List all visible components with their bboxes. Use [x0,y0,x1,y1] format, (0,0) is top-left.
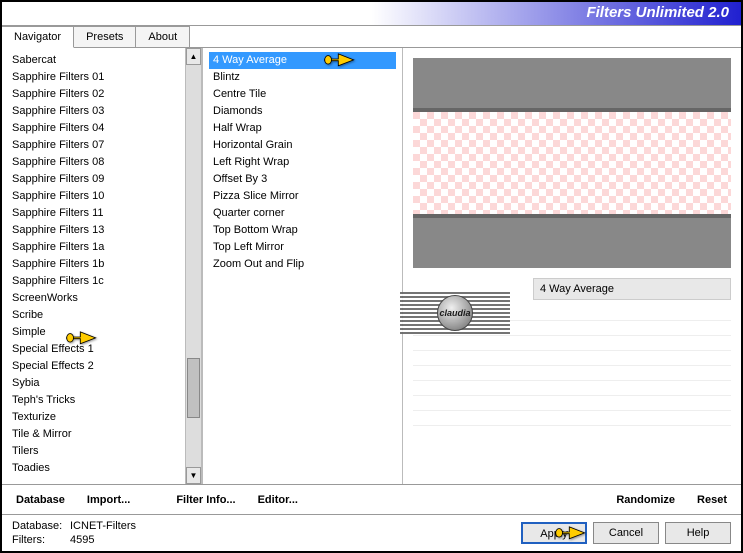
randomize-button[interactable]: Randomize [612,491,679,509]
scroll-thumb[interactable] [187,358,200,418]
filter-item[interactable]: Diamonds [209,103,396,120]
category-item[interactable]: Sapphire Filters 10 [12,188,183,205]
watermark-globe-icon: claudia [437,295,473,331]
category-item[interactable]: Simple [12,324,183,341]
filter-item[interactable]: Zoom Out and Flip [209,256,396,273]
watermark: claudia [400,292,510,334]
filter-list[interactable]: 4 Way AverageBlintzCentre TileDiamondsHa… [202,48,402,484]
preview-panel: 4 Way Average [402,48,741,484]
editor-button[interactable]: Editor... [254,491,302,509]
scroll-up-icon[interactable]: ▲ [186,48,201,65]
filters-value: 4595 [70,534,94,546]
category-item[interactable]: Sapphire Filters 01 [12,69,183,86]
category-item[interactable]: Sapphire Filters 13 [12,222,183,239]
category-item[interactable]: Sabercat [12,52,183,69]
category-item[interactable]: Sapphire Filters 07 [12,137,183,154]
category-item[interactable]: Special Effects 2 [12,358,183,375]
category-item[interactable]: Tile & Mirror [12,426,183,443]
param-row [413,336,731,351]
title-bar: Filters Unlimited 2.0 [2,2,741,26]
filters-label: Filters: [12,533,70,547]
filter-info-button[interactable]: Filter Info... [172,491,239,509]
category-item[interactable]: Sapphire Filters 1c [12,273,183,290]
tab-about[interactable]: About [136,26,190,47]
param-row [413,366,731,381]
filter-item[interactable]: Pizza Slice Mirror [209,188,396,205]
db-value: ICNET-Filters [70,520,136,532]
category-item[interactable]: Sapphire Filters 09 [12,171,183,188]
param-row [413,396,731,411]
filter-item[interactable]: Offset By 3 [209,171,396,188]
category-item[interactable]: Toadies [12,460,183,477]
db-label: Database: [12,519,70,533]
category-item[interactable]: Special Effects 1 [12,341,183,358]
filter-item[interactable]: Top Bottom Wrap [209,222,396,239]
category-item[interactable]: Sapphire Filters 1a [12,239,183,256]
category-item[interactable]: Sapphire Filters 11 [12,205,183,222]
import-button[interactable]: Import... [83,491,134,509]
category-item[interactable]: Tilers [12,443,183,460]
button-bar: Database Import... Filter Info... Editor… [2,484,741,514]
category-item[interactable]: Sapphire Filters 03 [12,103,183,120]
category-item[interactable]: Teph's Tricks [12,392,183,409]
param-row [413,351,731,366]
filter-item[interactable]: Top Left Mirror [209,239,396,256]
app-title: Filters Unlimited 2.0 [586,4,729,21]
category-item[interactable]: Sapphire Filters 08 [12,154,183,171]
preview-checker [413,108,731,218]
filter-name-label: 4 Way Average [533,278,731,300]
content-area: SabercatSapphire Filters 01Sapphire Filt… [2,48,741,484]
category-item[interactable]: Sapphire Filters 1b [12,256,183,273]
scroll-down-icon[interactable]: ▼ [186,467,201,484]
filter-item[interactable]: Centre Tile [209,86,396,103]
tab-navigator[interactable]: Navigator [2,26,74,48]
category-item[interactable]: Texturize [12,409,183,426]
apply-button[interactable]: Apply [521,522,587,544]
param-row [413,411,731,426]
reset-button[interactable]: Reset [693,491,731,509]
tab-presets[interactable]: Presets [74,26,136,47]
param-row [413,381,731,396]
category-list[interactable]: SabercatSapphire Filters 01Sapphire Filt… [2,48,185,484]
filter-item[interactable]: Quarter corner [209,205,396,222]
status-bar: Database:ICNET-Filters Filters:4595 Appl… [2,514,741,550]
filter-item[interactable]: Horizontal Grain [209,137,396,154]
category-item[interactable]: ScreenWorks [12,290,183,307]
category-item[interactable]: Scribe [12,307,183,324]
cancel-button[interactable]: Cancel [593,522,659,544]
filter-item[interactable]: Blintz [209,69,396,86]
category-panel: SabercatSapphire Filters 01Sapphire Filt… [2,48,202,484]
tab-row: Navigator Presets About [2,26,741,48]
category-item[interactable]: Sapphire Filters 02 [12,86,183,103]
preview-image [413,58,731,268]
category-item[interactable]: Sapphire Filters 04 [12,120,183,137]
filter-item[interactable]: Left Right Wrap [209,154,396,171]
filter-item[interactable]: 4 Way Average [209,52,396,69]
scrollbar[interactable]: ▲ ▼ [185,48,202,484]
help-button[interactable]: Help [665,522,731,544]
category-item[interactable]: Sybia [12,375,183,392]
filter-item[interactable]: Half Wrap [209,120,396,137]
status-info: Database:ICNET-Filters Filters:4595 [12,519,136,547]
database-button[interactable]: Database [12,491,69,509]
dialog-buttons: Apply Cancel Help [521,522,731,544]
